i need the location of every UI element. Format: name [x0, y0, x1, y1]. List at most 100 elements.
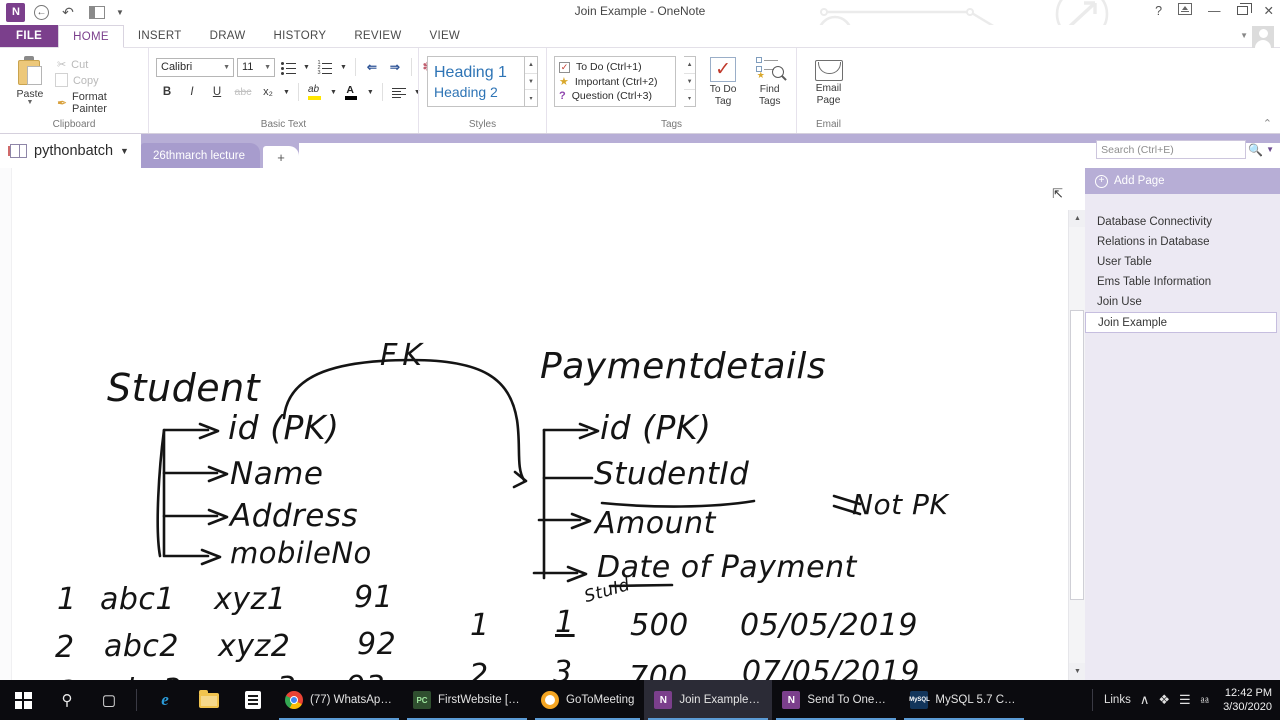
paste-button[interactable]: Paste ▼ — [7, 53, 53, 106]
increase-indent-button[interactable]: ⇒ — [385, 57, 405, 77]
help-button[interactable]: ? — [1155, 2, 1162, 20]
styles-scroll-spinner[interactable]: ▲ ▼ ▾ — [525, 56, 538, 107]
restore-button[interactable] — [1236, 2, 1252, 20]
minimize-button[interactable]: — — [1208, 2, 1221, 20]
decrease-indent-button[interactable]: ⇐ — [362, 57, 382, 77]
chevron-down-icon[interactable]: ▼ — [120, 146, 129, 156]
underline-button[interactable]: U — [206, 82, 228, 102]
bold-button[interactable]: B — [156, 82, 178, 102]
bullets-button[interactable] — [278, 57, 298, 77]
style-heading-2[interactable]: Heading 2 — [434, 84, 518, 100]
numbering-button[interactable]: 123 — [315, 57, 335, 77]
subscript-caret[interactable]: ▼ — [281, 82, 292, 102]
add-page-button[interactable]: + Add Page — [1085, 168, 1280, 194]
more-tags-icon[interactable]: ▾ — [684, 90, 695, 106]
tab-view[interactable]: VIEW — [416, 25, 475, 47]
ribbon-display-options-icon[interactable] — [1178, 2, 1193, 20]
scroll-up-icon[interactable]: ▲ — [525, 57, 537, 74]
page-item-ems-table-information[interactable]: Ems Table Information — [1085, 272, 1280, 292]
highlight-button[interactable]: ab — [305, 82, 325, 102]
note-canvas[interactable]: Student id (PK) Name Address mobileNo FK… — [0, 168, 1086, 680]
cut-button[interactable]: ✂ Cut — [57, 58, 141, 72]
search-button[interactable]: ⚲ — [46, 680, 88, 720]
notebook-selector[interactable]: pythonbatch ▼ — [0, 134, 141, 168]
start-button[interactable] — [0, 680, 46, 720]
page-item-user-table[interactable]: User Table — [1085, 252, 1280, 272]
scroll-up-button[interactable]: ▲ — [1069, 210, 1086, 227]
taskbar-app-firstwebsite[interactable]: PC FirstWebsite [C... — [403, 680, 531, 720]
taskbar-app-send-to-onenote[interactable]: N Send To OneN... — [772, 680, 900, 720]
styles-gallery[interactable]: Heading 1 Heading 2 — [427, 56, 525, 107]
account-caret-icon[interactable]: ▼ — [1240, 31, 1248, 40]
add-section-button[interactable]: + — [262, 146, 299, 168]
scroll-down-button[interactable]: ▼ — [1069, 663, 1086, 680]
search-area[interactable]: Search (Ctrl+E) 🔍 ▼ — [1096, 140, 1274, 159]
taskbar-app-mysql[interactable]: MySQL MySQL 5.7 Co... — [900, 680, 1028, 720]
search-icon[interactable]: 🔍 — [1248, 143, 1263, 157]
format-painter-button[interactable]: ✒ Format Painter — [57, 91, 141, 115]
numbering-caret[interactable]: ▼ — [338, 57, 349, 77]
system-tray[interactable]: Links ∧ ❖ ☰ ⎂ 12:42 PM 3/30/2020 — [1090, 686, 1280, 714]
taskbar-edge-button[interactable]: e — [143, 680, 187, 720]
font-size-combo[interactable]: 11 ▼ — [237, 57, 275, 77]
tab-insert[interactable]: INSERT — [124, 25, 196, 47]
tags-scroll-spinner[interactable]: ▲ ▼ ▾ — [684, 56, 696, 107]
scroll-down-icon[interactable]: ▼ — [684, 74, 695, 91]
search-input-wrap[interactable]: Search (Ctrl+E) — [1096, 140, 1247, 159]
highlight-caret[interactable]: ▼ — [328, 82, 339, 102]
font-color-button[interactable]: A — [342, 82, 362, 102]
bullets-caret[interactable]: ▼ — [301, 57, 312, 77]
ribbon-tab-strip[interactable]: FILE HOME INSERT DRAW HISTORY REVIEW VIE… — [0, 25, 1280, 48]
style-heading-1[interactable]: Heading 1 — [434, 64, 518, 82]
tab-home[interactable]: HOME — [58, 25, 124, 48]
dropbox-icon[interactable]: ❖ — [1158, 692, 1170, 708]
window-controls[interactable]: ? — ✕ — [1155, 2, 1274, 20]
strikethrough-button[interactable]: abc — [231, 82, 255, 102]
close-button[interactable]: ✕ — [1264, 2, 1274, 20]
tab-draw[interactable]: DRAW — [196, 25, 260, 47]
more-styles-icon[interactable]: ▾ — [525, 90, 537, 106]
align-button[interactable] — [389, 82, 409, 102]
task-view-button[interactable]: ▢ — [88, 680, 130, 720]
page-list[interactable]: Database Connectivity Relations in Datab… — [1085, 194, 1280, 333]
scroll-up-icon[interactable]: ▲ — [684, 57, 695, 74]
to-do-tag-button[interactable]: ✓ To Do Tag — [704, 56, 743, 107]
collapse-ribbon-icon[interactable]: ⌃ — [1263, 117, 1272, 130]
tab-history[interactable]: HISTORY — [260, 25, 341, 47]
font-color-caret[interactable]: ▼ — [365, 82, 376, 102]
font-name-combo[interactable]: Calibri ▼ — [156, 57, 234, 77]
taskbar-app-gotomeeting[interactable]: GoToMeeting — [531, 680, 644, 720]
taskbar-app-whatsapp[interactable]: (77) WhatsApp ... — [275, 680, 403, 720]
expand-page-icon[interactable]: ⇱ — [1052, 186, 1063, 202]
show-hidden-icons-icon[interactable]: ∧ — [1140, 692, 1150, 708]
page-item-relations-in-database[interactable]: Relations in Database — [1085, 232, 1280, 252]
notes-icon[interactable]: ☰ — [1179, 692, 1191, 708]
chevron-down-icon[interactable]: ▼ — [264, 64, 271, 71]
search-scope-caret-icon[interactable]: ▼ — [1266, 145, 1274, 154]
page-item-join-example[interactable]: Join Example — [1085, 312, 1277, 333]
taskbar-store-button[interactable] — [231, 680, 275, 720]
find-tags-button[interactable]: ★ Find Tags — [750, 56, 789, 107]
paste-caret-icon[interactable]: ▼ — [27, 99, 34, 106]
page-item-database-connectivity[interactable]: Database Connectivity — [1085, 212, 1280, 232]
note-page[interactable]: Student id (PK) Name Address mobileNo FK… — [12, 168, 1085, 680]
scroll-down-icon[interactable]: ▼ — [525, 74, 537, 91]
tag-item-important[interactable]: ★ Important (Ctrl+2) — [559, 75, 671, 89]
tag-item-todo[interactable]: ✓ To Do (Ctrl+1) — [559, 61, 671, 73]
tab-file[interactable]: FILE — [0, 25, 59, 47]
italic-button[interactable]: I — [181, 82, 203, 102]
tag-item-question[interactable]: ? Question (Ctrl+3) — [559, 90, 671, 102]
tab-review[interactable]: REVIEW — [340, 25, 415, 47]
tags-gallery[interactable]: ✓ To Do (Ctrl+1) ★ Important (Ctrl+2) ? … — [554, 56, 677, 107]
email-page-button[interactable]: Email Page — [807, 59, 851, 106]
taskbar-app-join-example[interactable]: N Join Example - ... — [644, 680, 773, 720]
page-item-join-use[interactable]: Join Use — [1085, 292, 1280, 312]
clock[interactable]: 12:42 PM 3/30/2020 — [1219, 686, 1272, 714]
keyboard-icon[interactable]: ⎂ — [1200, 692, 1210, 708]
tray-links-label[interactable]: Links — [1104, 694, 1131, 706]
avatar[interactable] — [1252, 26, 1274, 48]
vertical-scrollbar[interactable]: ▲ ▼ — [1068, 210, 1086, 680]
copy-button[interactable]: Copy — [54, 73, 141, 87]
taskbar-file-explorer-button[interactable] — [187, 680, 231, 720]
scrollbar-thumb[interactable] — [1070, 310, 1084, 600]
